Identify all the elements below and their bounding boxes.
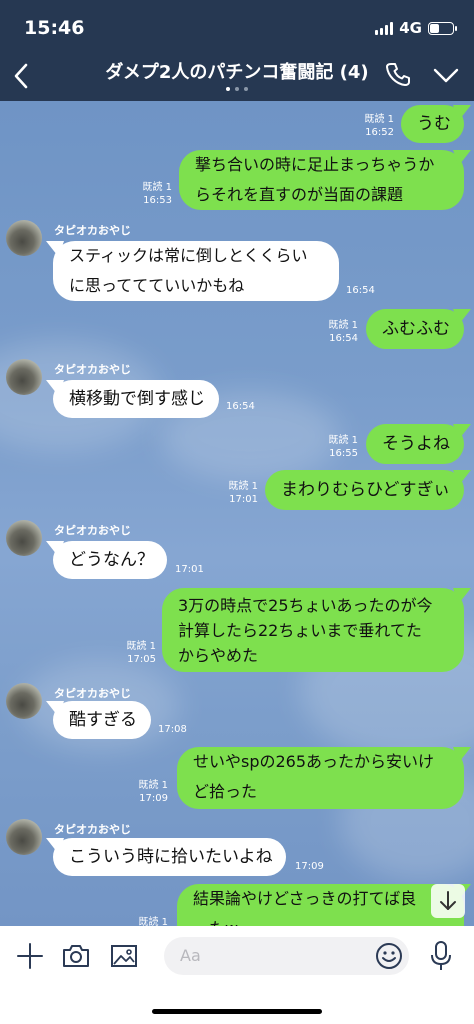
image-button[interactable]	[110, 942, 138, 970]
sender-name: タピオカおやじ	[54, 823, 131, 836]
avatar[interactable]	[6, 683, 42, 719]
read-receipt: 既読 1 16:54	[328, 320, 358, 344]
message-time: 17:01	[175, 564, 204, 575]
sender-name: タピオカおやじ	[54, 363, 131, 376]
message-bubble[interactable]: そうよね	[366, 424, 464, 464]
message-time: 17:09	[295, 861, 324, 872]
phone-icon	[386, 63, 410, 86]
message-time: 16:54	[346, 285, 375, 296]
read-receipt: 既読 1 16:55	[328, 435, 358, 459]
message-bubble[interactable]: ふむふむ	[366, 309, 464, 349]
chevron-down-icon	[433, 68, 459, 83]
image-icon	[111, 945, 137, 967]
call-button[interactable]	[384, 60, 412, 88]
message-bubble[interactable]: まわりむらひどすぎぃ	[265, 470, 464, 510]
home-indicator	[152, 1009, 322, 1014]
message-bubble[interactable]: 3万の時点で25ちょいあったのが今 計算したら22ちょいまで垂れてた からやめた	[162, 588, 464, 672]
network-label: 4G	[399, 19, 422, 37]
message-bubble[interactable]: うむ	[401, 105, 464, 143]
message-time: 16:54	[226, 401, 255, 412]
message-bubble[interactable]: 結果論やけどさっきの打てば良ったw	[177, 884, 464, 926]
microphone-icon	[431, 941, 451, 970]
scroll-to-bottom-button[interactable]	[431, 884, 465, 918]
message-bubble[interactable]: こういう時に拾いたいよね	[53, 838, 286, 876]
arrow-down-icon	[440, 891, 456, 910]
menu-button[interactable]	[432, 64, 460, 88]
avatar[interactable]	[6, 359, 42, 395]
message-bubble[interactable]: 酷すぎる	[53, 701, 151, 739]
read-receipt: 既読 1 17:09	[138, 780, 168, 804]
plus-icon	[17, 943, 43, 969]
read-receipt: 既読 1	[138, 917, 168, 926]
add-button[interactable]	[16, 942, 44, 970]
read-receipt: 既読 1 17:05	[126, 641, 156, 665]
avatar[interactable]	[6, 819, 42, 855]
emoji-button[interactable]	[374, 941, 404, 971]
avatar[interactable]	[6, 520, 42, 556]
chat-header: 15:46 4G ダメプ2人のパチンコ奮闘記 (4)	[0, 0, 474, 101]
chat-area[interactable]: 既読 1 16:52 うむ 既読 1 16:53 撃ち合いの時に足止まっちゃうか らそ…	[0, 101, 474, 926]
message-time: 17:08	[158, 724, 187, 735]
read-receipt: 既読 1 17:01	[228, 481, 258, 505]
message-bubble[interactable]: せいやspの265あったから安いけ ど拾った	[177, 747, 464, 809]
status-indicators: 4G	[375, 19, 457, 37]
sender-name: タピオカおやじ	[54, 224, 131, 237]
sender-name: タピオカおやじ	[54, 687, 131, 700]
emoji-icon	[376, 943, 402, 969]
chat-title: ダメプ2人のパチンコ奮闘記 (4)	[105, 62, 369, 83]
camera-icon	[63, 945, 89, 967]
message-input[interactable]: Aa	[164, 937, 409, 975]
avatar[interactable]	[6, 220, 42, 256]
message-placeholder: Aa	[180, 946, 201, 965]
message-bubble[interactable]: 撃ち合いの時に足止まっちゃうか らそれを直すのが当面の課題	[179, 150, 464, 210]
message-input-bar: Aa	[0, 926, 474, 1024]
message-bubble[interactable]: 横移動で倒す感じ	[53, 380, 219, 418]
message-bubble[interactable]: どうなん？	[53, 541, 167, 579]
status-time: 15:46	[24, 17, 85, 39]
camera-button[interactable]	[61, 942, 91, 970]
message-bubble[interactable]: スティックは常に倒しとくくらい に思っててていいかもね	[53, 241, 339, 301]
sender-name: タピオカおやじ	[54, 524, 131, 537]
signal-icon	[375, 21, 394, 35]
battery-icon	[428, 21, 457, 35]
voice-button[interactable]	[428, 940, 454, 972]
read-receipt: 既読 1 16:52	[364, 114, 394, 138]
read-receipt: 既読 1 16:53	[142, 182, 172, 206]
